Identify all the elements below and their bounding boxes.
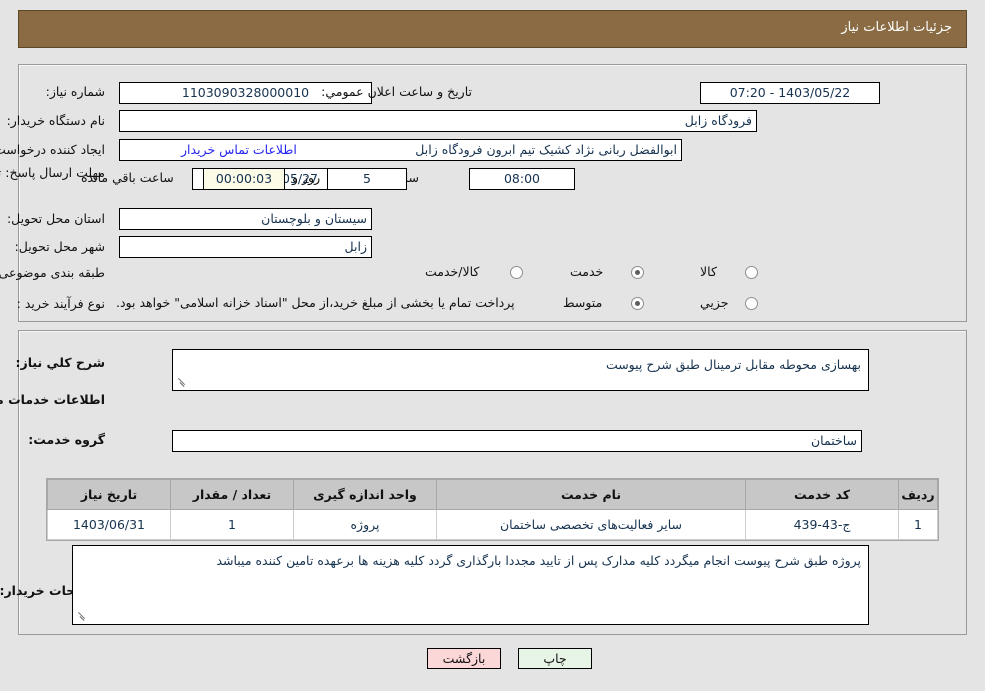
page-root: جزئیات اطلاعات نیاز W TenderMart.net شما…: [0, 0, 985, 691]
province-label: استان محل تحویل:: [6, 211, 105, 226]
deadline-days-value: 5: [327, 168, 407, 190]
need-number-label: شماره نیاز:: [45, 84, 105, 99]
deadline-countdown-label: ساعت باقي مانده: [81, 170, 174, 185]
buyer-notes-textarea[interactable]: پروژه طبق شرح پیوست انجام میگردد کلیه مد…: [72, 545, 869, 625]
buyer-org-label: نام دستگاه خریدار:: [6, 113, 105, 128]
col-qty: تعداد / مقدار: [170, 479, 294, 510]
process-treasury-note: پرداخت تمام یا بخشی از مبلغ خرید،از محل …: [116, 295, 515, 310]
buyer-notes-value: پروژه طبق شرح پیوست انجام میگردد کلیه مد…: [216, 553, 861, 568]
general-desc-label: شرح کلي نیاز:: [15, 355, 105, 370]
service-group-label: گروه خدمت:: [28, 432, 105, 447]
process-option-jozee-label: جزیي: [700, 295, 729, 310]
city-value: زابل: [119, 236, 372, 258]
cell-unit: پروژه: [293, 509, 437, 540]
requester-label: ایجاد کننده درخواست:: [0, 142, 105, 157]
general-desc-value: بهسازی محوطه مقابل ترمینال طبق شرح پیوست: [605, 357, 861, 372]
cell-row: 1: [898, 509, 938, 540]
table-header-row: ردیف کد خدمت نام خدمت واحد اندازه گیری ت…: [47, 479, 938, 510]
process-radio-jozee[interactable]: [745, 297, 758, 310]
deadline-days-label: روز و: [292, 170, 321, 185]
cell-date: 1403/06/31: [47, 509, 171, 540]
buyer-contact-link[interactable]: اطلاعات تماس خریدار: [181, 142, 297, 157]
public-announce-label: تاریخ و ساعت اعلان عمومي:: [321, 84, 472, 99]
public-announce-value: 1403/05/22 - 07:20: [700, 82, 880, 104]
col-row: ردیف: [898, 479, 938, 510]
process-label: نوع فرآیند خرید :: [16, 296, 105, 311]
cell-name: سایر فعالیت‌های تخصصی ساختمان: [436, 509, 746, 540]
services-table: ردیف کد خدمت نام خدمت واحد اندازه گیری ت…: [47, 479, 938, 540]
process-radio-motevaset[interactable]: [631, 297, 644, 310]
deadline-hour-value: 08:00: [469, 168, 575, 190]
category-label: طبقه بندی موضوعی:: [0, 265, 105, 280]
page-header-bar: جزئیات اطلاعات نیاز: [18, 10, 967, 48]
category-radio-kala-khedmat[interactable]: [510, 266, 523, 279]
table-row: 1 ج-43-439 سایر فعالیت‌های تخصصی ساختمان…: [47, 509, 938, 540]
buyer-org-value: فرودگاه زابل: [119, 110, 757, 132]
category-radio-khedmat[interactable]: [631, 266, 644, 279]
page-title: جزئیات اطلاعات نیاز: [841, 20, 952, 35]
service-group-value: ساختمان: [172, 430, 862, 452]
back-button[interactable]: بازگشت: [427, 648, 501, 669]
cell-code: ج-43-439: [745, 509, 899, 540]
col-name: نام خدمت: [436, 479, 746, 510]
col-unit: واحد اندازه گیری: [293, 479, 437, 510]
category-option-kala-label: کالا: [700, 264, 717, 279]
services-table-wrap: ردیف کد خدمت نام خدمت واحد اندازه گیری ت…: [46, 478, 939, 541]
resize-grip-icon[interactable]: [175, 377, 187, 389]
services-heading: اطلاعات خدمات مورد نیاز: [0, 392, 105, 407]
print-button[interactable]: چاپ: [518, 648, 592, 669]
category-option-khedmat-label: خدمت: [570, 264, 604, 279]
process-option-motevaset-label: متوسط: [563, 295, 603, 310]
category-option-kala-khedmat-label: کالا/خدمت: [425, 264, 480, 279]
deadline-countdown-value: 00:00:03: [203, 168, 285, 190]
resize-grip-icon-notes[interactable]: [75, 611, 87, 623]
category-radio-kala[interactable]: [745, 266, 758, 279]
col-date: تاریخ نیاز: [47, 479, 171, 510]
city-label: شهر محل تحویل:: [14, 239, 105, 254]
province-value: سیستان و بلوچستان: [119, 208, 372, 230]
col-code: کد خدمت: [745, 479, 899, 510]
general-desc-textarea[interactable]: بهسازی محوطه مقابل ترمینال طبق شرح پیوست: [172, 349, 869, 391]
cell-qty: 1: [170, 509, 294, 540]
